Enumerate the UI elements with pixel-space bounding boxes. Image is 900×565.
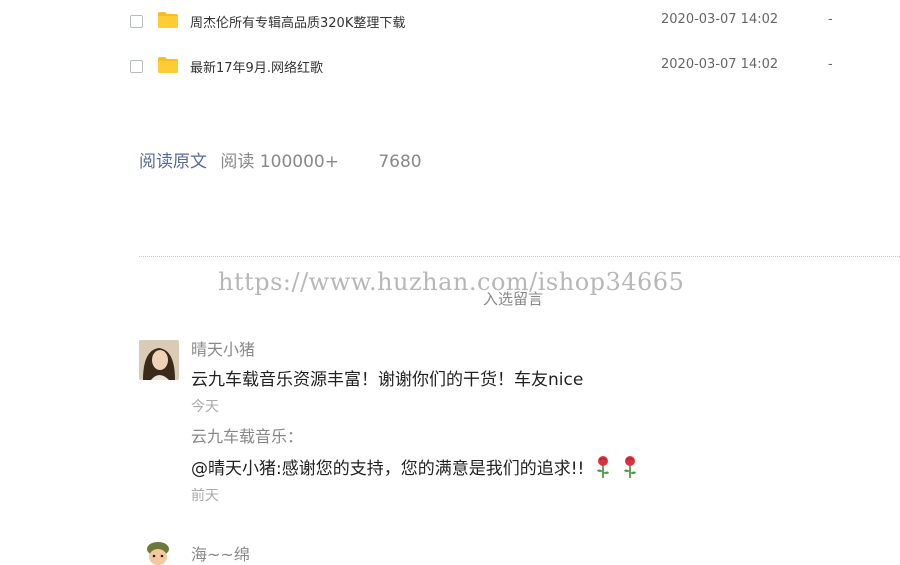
like-count[interactable]: 7680	[378, 152, 421, 172]
file-size: -	[828, 12, 833, 27]
author-reply: @晴天小猪:感谢您的支持，您的满意是我们的追求!!	[191, 455, 831, 480]
watermark: https://www.huzhan.com/ishop34665	[218, 268, 685, 296]
read-original-link[interactable]: 阅读原文	[139, 152, 207, 172]
comment-time: 今天	[191, 399, 219, 415]
file-name[interactable]: 周杰伦所有专辑高品质320K整理下载	[190, 12, 405, 31]
comment-nickname: 海~~绵	[191, 545, 250, 564]
rose-icon	[596, 456, 609, 478]
file-date: 2020-03-07 14:02	[661, 57, 779, 72]
file-date: 2020-03-07 14:02	[661, 12, 779, 27]
file-name[interactable]: 最新17年9月.网络红歌	[190, 57, 323, 76]
row-checkbox[interactable]	[130, 15, 143, 28]
reply-time: 前天	[191, 488, 219, 504]
avatar[interactable]	[139, 541, 179, 565]
comment-nickname: 晴天小猪	[191, 340, 256, 359]
file-row[interactable]: 最新17年9月.网络红歌 2020-03-07 14:02 -	[130, 55, 890, 79]
author-reply-text: @晴天小猪:感谢您的支持，您的满意是我们的追求!!	[191, 459, 585, 479]
folder-icon	[158, 12, 178, 28]
row-checkbox[interactable]	[130, 60, 143, 73]
article-stats: 阅读原文 阅读 100000+ 7680	[139, 147, 422, 172]
folder-icon	[158, 57, 178, 73]
rose-icon	[624, 456, 637, 478]
avatar[interactable]	[139, 340, 179, 380]
file-size: -	[828, 57, 833, 72]
read-count: 阅读 100000+	[220, 152, 339, 172]
section-divider	[139, 256, 900, 257]
comment-text: 云九车载音乐资源丰富！谢谢你们的干货！车友nice	[191, 370, 584, 390]
author-reply-label: 云九车载音乐：	[191, 427, 304, 446]
file-row[interactable]: 周杰伦所有专辑高品质320K整理下载 2020-03-07 14:02 -	[130, 10, 890, 34]
